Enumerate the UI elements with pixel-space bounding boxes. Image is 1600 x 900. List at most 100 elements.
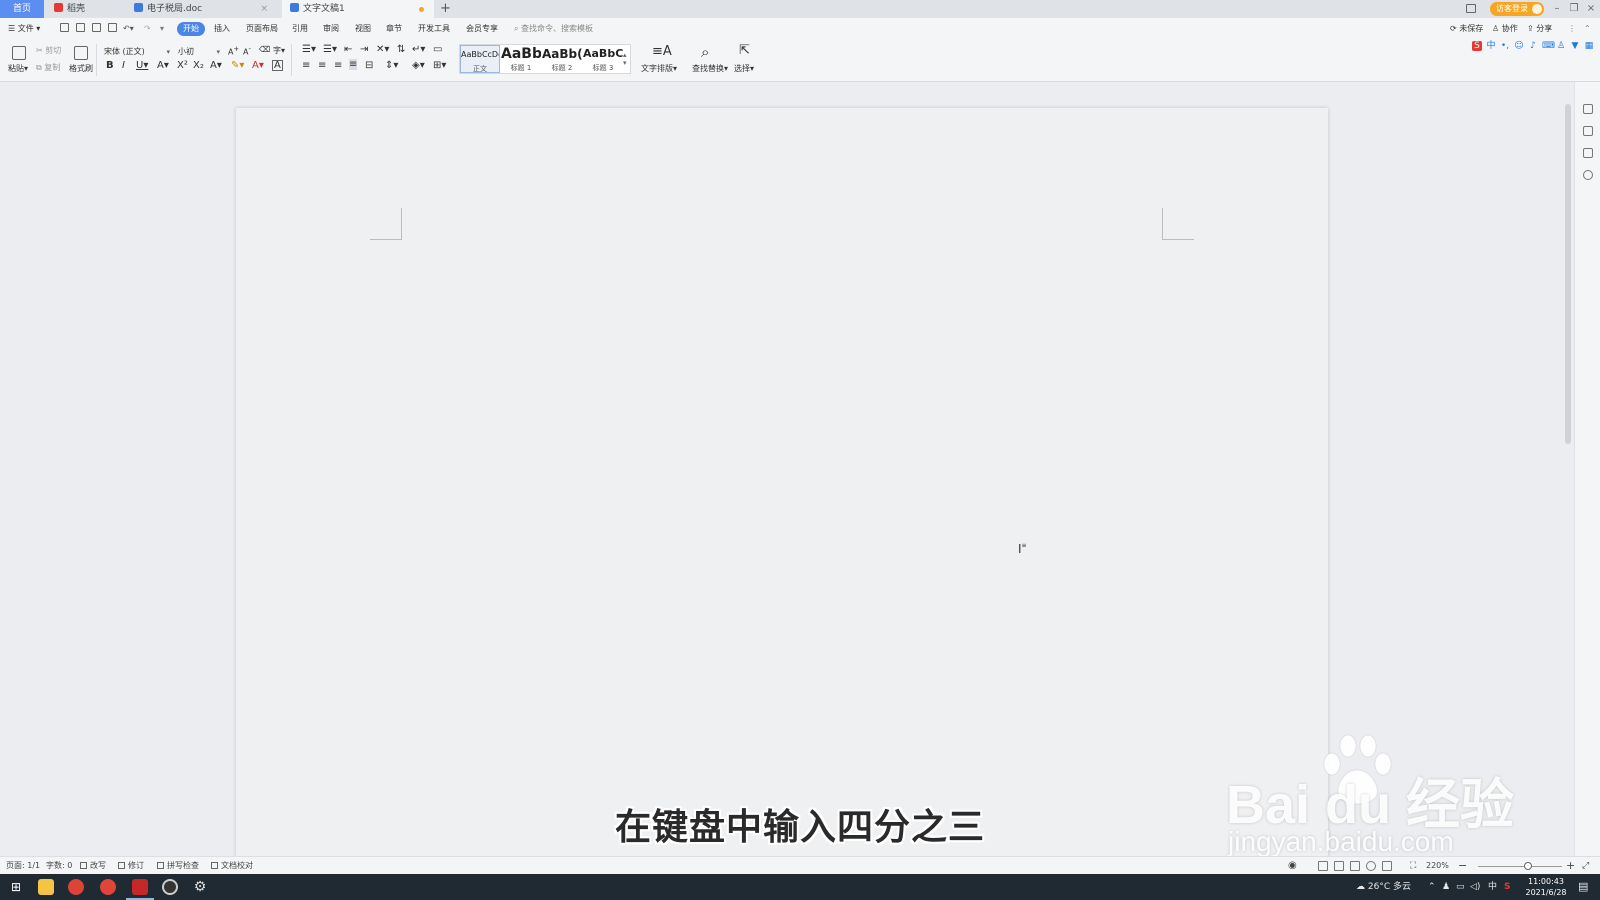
share-button[interactable]: ⇪ 分享 [1527,22,1552,36]
proofread-button[interactable]: 文档校对 [211,860,253,872]
help-icon[interactable] [1583,170,1593,180]
strikethrough-icon[interactable]: A▾ [157,60,169,71]
unsaved-status[interactable]: ⟳ 未保存 [1450,22,1483,36]
tab-docer[interactable]: 稻壳 [46,0,124,18]
menu-insert[interactable]: 插入 [214,22,230,36]
font-name-select[interactable]: 宋体 (正文) [101,45,173,58]
file-explorer-icon[interactable] [38,879,54,895]
tab-home[interactable]: 首页 [0,0,44,18]
network-icon[interactable]: ▭ [1456,880,1465,894]
eye-protect-icon[interactable]: ◉ [1288,860,1297,872]
zoom-slider-knob[interactable] [1524,862,1532,870]
menu-developer[interactable]: 开发工具 [418,22,450,36]
shrink-font-icon[interactable]: A- [243,45,251,57]
select-cursor-icon[interactable]: ⇱ [739,43,750,58]
ime-tools-icon[interactable]: ▦ [1584,41,1594,51]
vertical-scrollbar[interactable] [1563,84,1573,854]
bold-icon[interactable]: B [106,60,114,71]
font-color-icon[interactable]: A▾ [252,60,264,71]
menu-view[interactable]: 视图 [355,22,371,36]
window-layout-icon[interactable] [1466,4,1476,13]
styles-more-icon[interactable]: ▴ ▾ [623,51,627,67]
superscript-icon[interactable]: X² [177,60,188,71]
menu-references[interactable]: 引用 [292,22,308,36]
reading-view-icon[interactable] [1350,861,1360,871]
ime-indicator[interactable]: 中 [1488,880,1497,894]
sort-icon[interactable]: ⇅ [397,44,405,55]
qq-tray-icon[interactable]: ♟ [1442,880,1450,894]
weather-widget[interactable]: ☁ 26°C 多云 [1356,880,1411,894]
export-icon[interactable] [76,23,85,32]
undo-icon[interactable]: ↶▾ [123,22,134,36]
format-painter-button[interactable]: 格式刷 [69,63,93,74]
document-page[interactable] [236,108,1328,868]
underline-icon[interactable]: U▾ [136,60,148,71]
file-menu[interactable]: ☰ 文件 ▾ [8,22,40,36]
revise-toggle[interactable]: 修订 [118,860,144,872]
menu-member[interactable]: 会员专享 [466,22,498,36]
grow-font-icon[interactable]: A+ [228,45,239,57]
text-layout-button[interactable]: 文字排版▾ [641,63,677,74]
tab-document-dianzishuiju[interactable]: 电子税局.doc × [126,0,280,18]
close-window-icon[interactable]: × [1583,0,1599,18]
ime-chinese-icon[interactable]: 中 [1486,41,1496,51]
system-clock[interactable]: 11:00:43 2021/6/28 [1522,876,1570,898]
ime-user-icon[interactable]: ♙ [1556,41,1566,51]
chrome-icon[interactable] [68,879,84,895]
web-view-icon[interactable] [1366,861,1376,871]
increase-indent-icon[interactable]: ⇥ [360,44,368,55]
pointer-icon[interactable] [1583,126,1593,136]
zoom-in-icon[interactable]: + [1566,860,1575,872]
subscript-icon[interactable]: X₂ [193,60,204,71]
write-view-icon[interactable] [1382,861,1392,871]
style-normal[interactable]: AaBbCcDd 正文 [460,45,500,73]
volume-icon[interactable]: ◁) [1470,880,1480,894]
font-size-select[interactable]: 小初 [175,45,223,58]
select-button[interactable]: 选择▾ [734,63,754,74]
highlight-icon[interactable]: ✎▾ [231,60,244,71]
ime-voice-icon[interactable]: ♪ [1528,41,1538,51]
redo-icon[interactable]: ↷ [144,22,151,36]
new-tab-button[interactable]: + [440,0,451,18]
show-marks-icon[interactable]: ↵▾ [412,44,425,55]
minimize-icon[interactable]: – [1549,0,1565,18]
menu-page-layout[interactable]: 页面布局 [246,22,278,36]
sogou-logo-icon[interactable]: S [1472,41,1482,51]
table-lines-icon[interactable]: ▭ [433,44,442,55]
italic-icon[interactable]: I [122,60,125,71]
find-replace-icon[interactable]: ⌕ [701,43,709,61]
zoom-out-icon[interactable]: − [1458,860,1467,872]
find-replace-button[interactable]: 查找替换▾ [692,63,728,74]
collab-button[interactable]: ♙ 协作 [1492,22,1518,36]
ime-punct-icon[interactable]: •, [1500,41,1510,51]
copy-button[interactable]: ⧉ 复制 [36,62,60,73]
settings-sliders-icon[interactable] [1583,148,1593,158]
tab-document-active[interactable]: 文字文稿1 [282,0,434,18]
edit-pen-icon[interactable] [1583,104,1593,114]
numbered-list-icon[interactable]: ☰▾ [323,44,337,55]
text-effect-icon[interactable]: A▾ [210,60,222,71]
save-icon[interactable] [60,23,69,32]
style-heading-1[interactable]: AaBb 标题 1 [501,45,541,73]
phonetic-guide-icon[interactable]: 字▾ [273,45,285,56]
zoom-slider-track[interactable] [1478,866,1562,867]
sogou-tray-icon[interactable]: S [1504,880,1510,894]
cut-button[interactable]: ✂ 剪切 [36,45,61,56]
more-icon[interactable]: ⋮ [1568,22,1576,36]
settings-gear-icon[interactable]: ⚙ [192,879,208,895]
menu-review[interactable]: 审阅 [323,22,339,36]
borders-icon[interactable]: ⊞▾ [433,60,446,71]
chinese-layout-icon[interactable]: ✕▾ [376,44,389,55]
align-left-icon[interactable]: ≡ [302,60,310,71]
page-view-icon[interactable] [1318,861,1328,871]
outline-view-icon[interactable] [1334,861,1344,871]
fit-zoom-icon[interactable]: ⛶ [1410,860,1416,872]
paste-icon[interactable] [12,46,26,60]
char-border-icon[interactable]: A [272,60,283,71]
tray-expand-icon[interactable]: ⌃ [1428,880,1436,894]
windows-start-icon[interactable]: ⊞ [8,879,24,895]
scrollbar-thumb[interactable] [1565,104,1571,444]
word-count[interactable]: 字数: 0 [46,860,72,872]
browser-icon[interactable] [100,879,116,895]
shading-icon[interactable]: ◈▾ [412,60,425,71]
